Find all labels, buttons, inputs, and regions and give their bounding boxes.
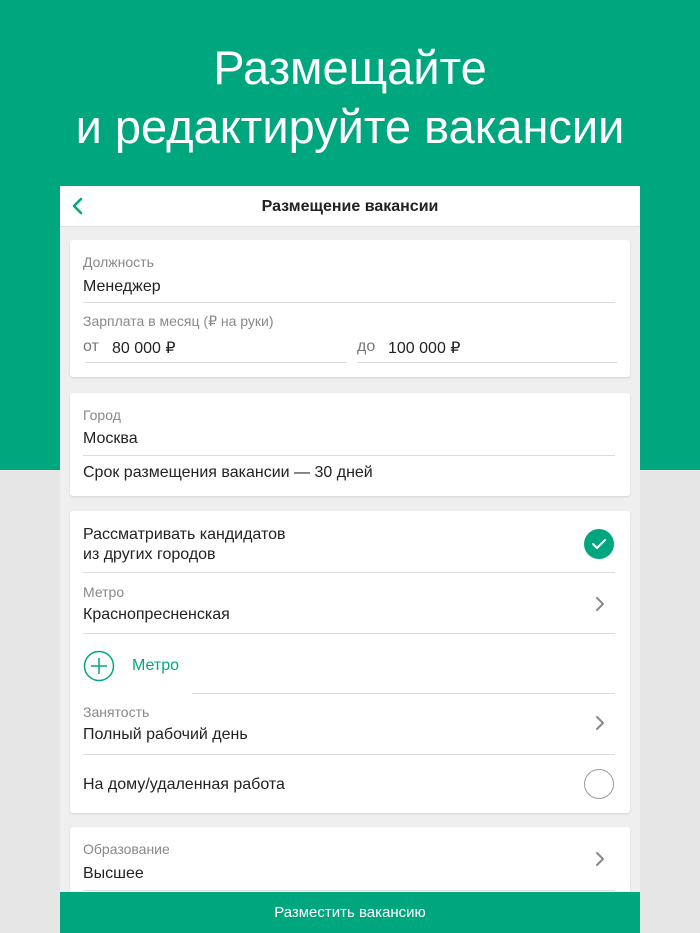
submit-vacancy-button[interactable]: Разместить вакансию: [60, 892, 640, 933]
position-input[interactable]: Менеджер: [83, 278, 161, 296]
add-metro-button[interactable]: Метро: [132, 657, 179, 675]
chevron-right-icon[interactable]: [593, 714, 607, 732]
salary-from-prefix: от: [83, 338, 99, 355]
other-cities-label[interactable]: Рассматривать кандидатов из других город…: [83, 525, 286, 565]
divider: [83, 302, 615, 303]
options-card: Рассматривать кандидатов из других город…: [70, 511, 630, 813]
page-title: Размещение вакансии: [261, 198, 439, 215]
salary-from-input[interactable]: 80 000 ₽: [112, 338, 176, 358]
other-cities-line-1: Рассматривать кандидатов: [83, 526, 286, 543]
city-card: Город Москва Срок размещения вакансии — …: [70, 393, 630, 496]
education-value[interactable]: Высшее: [83, 865, 144, 883]
hero-title-line-2: и редактируйте вакансии: [75, 100, 625, 153]
salary-label: Зарплата в месяц (₽ на руки): [83, 313, 274, 329]
employment-label: Занятость: [83, 704, 150, 720]
divider: [83, 754, 615, 755]
divider: [192, 693, 615, 694]
metro-label: Метро: [83, 584, 125, 600]
remote-work-checkbox[interactable]: [584, 769, 614, 799]
position-salary-card: Должность Менеджер Зарплата в месяц (₽ н…: [70, 240, 630, 377]
divider: [85, 362, 347, 363]
hero-title: Размещайте и редактируйте вакансии: [0, 38, 700, 156]
navigation-bar: Размещение вакансии: [60, 186, 640, 227]
chevron-right-icon[interactable]: [593, 850, 607, 868]
chevron-right-icon[interactable]: [593, 595, 607, 613]
employment-value[interactable]: Полный рабочий день: [83, 726, 248, 744]
salary-to-input[interactable]: 100 000 ₽: [388, 338, 460, 358]
metro-value[interactable]: Краснопресненская: [83, 606, 230, 624]
other-cities-checkbox[interactable]: [584, 529, 614, 559]
education-label: Образование: [83, 841, 170, 857]
divider: [83, 890, 615, 891]
duration-text[interactable]: Срок размещения вакансии — 30 дней: [83, 464, 373, 482]
salary-to-prefix: до: [357, 338, 376, 355]
hero-title-line-1: Размещайте: [213, 41, 487, 94]
app-screen: Размещение вакансии Должность Менеджер З…: [60, 186, 640, 933]
add-circle-icon[interactable]: [83, 650, 115, 682]
divider: [83, 633, 615, 634]
other-cities-line-2: из других городов: [83, 546, 216, 563]
checkmark-icon: [592, 539, 606, 549]
position-label: Должность: [83, 254, 154, 270]
city-label: Город: [83, 407, 121, 423]
divider: [83, 455, 615, 456]
remote-work-label[interactable]: На дому/удаленная работа: [83, 776, 285, 794]
divider: [83, 572, 615, 573]
city-input[interactable]: Москва: [83, 430, 138, 448]
divider: [357, 362, 617, 363]
